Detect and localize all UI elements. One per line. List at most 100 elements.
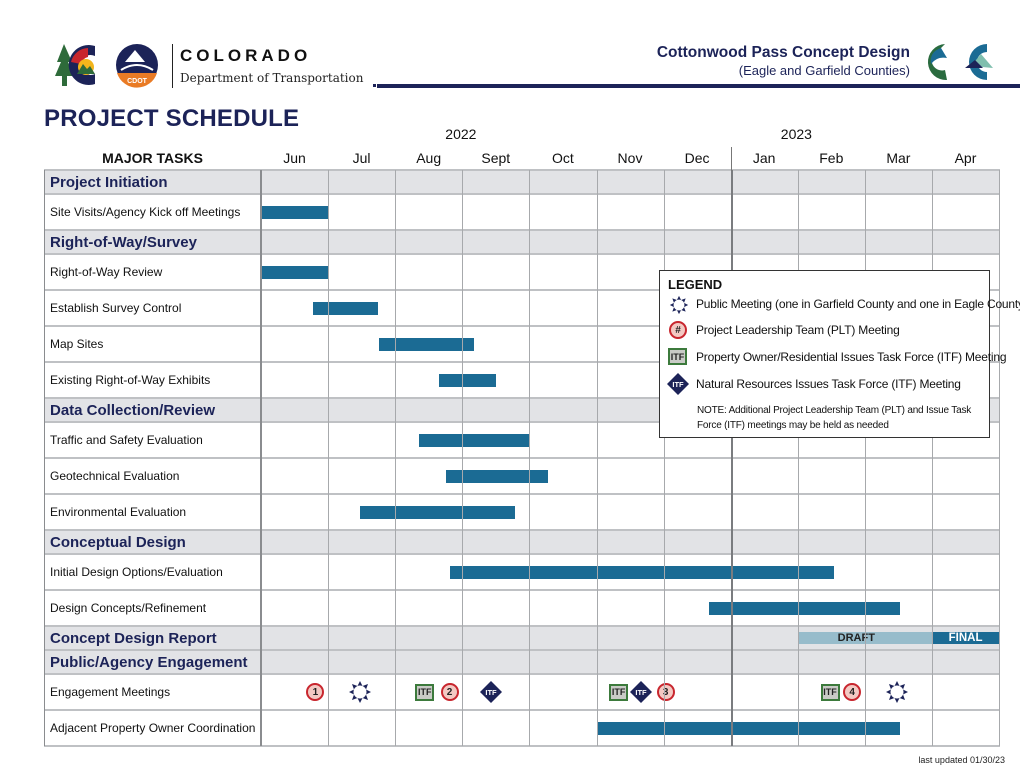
page-title: PROJECT SCHEDULE	[44, 105, 300, 132]
header-rule-mark	[373, 84, 376, 87]
project-title: Cottonwood Pass Concept Design	[656, 44, 910, 61]
legend-item-public-meeting: Public Meeting (one in Garfield County a…	[696, 297, 1020, 311]
grid-line	[44, 673, 1000, 675]
task-label: Engagement Meetings	[50, 685, 171, 699]
schedule-bar	[419, 433, 530, 447]
itf-property-icon: ITF	[820, 683, 840, 701]
svg-text:CDOT: CDOT	[127, 78, 148, 85]
grid-line	[44, 649, 1000, 651]
svg-text:ITF: ITF	[486, 688, 498, 697]
task-label: Design Concepts/Refinement	[50, 601, 207, 615]
section-row: Right-of-Way/Survey	[44, 230, 1000, 254]
schedule-bar	[439, 373, 496, 387]
plt-meeting-icon: 2	[440, 683, 459, 701]
task-label: Site Visits/Agency Kick off Meetings	[50, 205, 241, 219]
label-column-border	[260, 170, 262, 746]
grid-line	[44, 529, 1000, 531]
grid-line	[44, 745, 1000, 747]
month-label: Jan	[752, 150, 776, 166]
section-label: Right-of-Way/Survey	[50, 233, 197, 251]
section-row: Conceptual Design	[44, 530, 1000, 554]
grid-line	[44, 169, 1000, 171]
section-row: Public/Agency Engagement	[44, 650, 1000, 674]
section-label: Project Initiation	[50, 173, 168, 191]
plt-meeting-icon: #	[669, 321, 687, 339]
task-label: Establish Survey Control	[50, 301, 182, 315]
itf-property-icon: ITF	[415, 683, 435, 701]
section-label: Public/Agency Engagement	[50, 653, 248, 671]
schedule-bar	[261, 205, 329, 219]
month-label: Feb	[819, 150, 844, 166]
grid-line	[44, 229, 1000, 231]
grid-line	[44, 193, 1000, 195]
grid-line	[596, 170, 598, 746]
agency-department: Department of Transportation	[180, 71, 364, 85]
grid-line	[529, 170, 531, 746]
itf-natural-icon: ITF	[480, 681, 503, 703]
grid-line	[932, 170, 933, 746]
month-label: Dec	[684, 150, 710, 166]
legend-title: LEGEND	[668, 277, 723, 292]
public-meeting-icon	[348, 681, 371, 703]
final-phase-bar: FINAL	[932, 632, 1000, 644]
public-meeting-icon	[886, 681, 909, 703]
grid-line	[462, 170, 464, 746]
grid-line	[44, 625, 1000, 627]
year-label: 2023	[780, 126, 812, 142]
schedule-bar	[450, 565, 835, 579]
task-label: Environmental Evaluation	[50, 505, 187, 519]
schedule-bar	[312, 301, 379, 315]
month-label: Mar	[886, 150, 911, 166]
grid-line	[999, 170, 1001, 746]
task-label: Map Sites	[50, 337, 104, 351]
month-label: Sept	[481, 150, 511, 166]
grid-line	[44, 709, 1000, 711]
svg-text:ITF: ITF	[672, 380, 684, 389]
month-label: Nov	[617, 150, 643, 166]
grid-line	[44, 170, 45, 746]
svg-text:ITF: ITF	[635, 688, 647, 697]
grid-line	[44, 493, 1000, 495]
month-label: Oct	[552, 150, 574, 166]
legend-item-itf-natural: Natural Resources Issues Task Force (ITF…	[696, 377, 961, 391]
section-row: Project Initiation	[44, 170, 1000, 194]
task-row: Environmental Evaluation	[44, 494, 1000, 530]
year-label: 2022	[445, 126, 477, 142]
task-label: Existing Right-of-Way Exhibits	[50, 373, 211, 387]
grid-line	[44, 457, 1000, 459]
project-subtitle: (Eagle and Garfield Counties)	[738, 63, 910, 78]
schedule-bar	[708, 601, 900, 615]
schedule-bar	[360, 505, 515, 519]
task-label: Adjacent Property Owner Coordination	[50, 721, 256, 735]
legend: LEGEND Public Meeting (one in Garfield C…	[659, 270, 1020, 438]
legend-note: NOTE: Additional Project Leadership Team…	[697, 405, 972, 431]
grid-line	[44, 553, 1000, 555]
itf-property-icon: ITF	[609, 683, 629, 701]
task-label: Initial Design Options/Evaluation	[50, 565, 223, 579]
grid-line	[663, 170, 665, 746]
itf-natural-icon: ITF	[629, 681, 652, 703]
itf-natural-icon: ITF	[667, 373, 689, 395]
grid-line	[44, 253, 1000, 255]
task-row: Site Visits/Agency Kick off Meetings	[44, 194, 1000, 230]
legend-item-itf-property: Property Owner/Residential Issues Task F…	[696, 350, 1007, 364]
grid-line	[797, 170, 799, 746]
agency-name: COLORADO	[180, 46, 312, 65]
header-rule	[377, 84, 1020, 88]
month-label: Aug	[416, 150, 442, 166]
plt-meeting-icon: 3	[656, 683, 675, 701]
section-label: Concept Design Report	[50, 629, 217, 647]
major-tasks-header: MAJOR TASKS	[102, 150, 203, 166]
task-label: Traffic and Safety Evaluation	[50, 433, 203, 447]
schedule-bar	[379, 337, 474, 351]
colorado-cdot-logo: CDOT	[55, 44, 158, 88]
month-label: Apr	[954, 150, 977, 166]
section-label: Data Collection/Review	[50, 401, 216, 419]
last-updated: last updated 01/30/23	[918, 755, 1005, 765]
grid-line	[328, 170, 330, 746]
month-label: Jul	[352, 150, 371, 166]
grid-line	[395, 170, 397, 746]
year-divider	[730, 147, 732, 171]
public-meeting-icon	[669, 295, 689, 315]
grid-line	[864, 170, 866, 746]
